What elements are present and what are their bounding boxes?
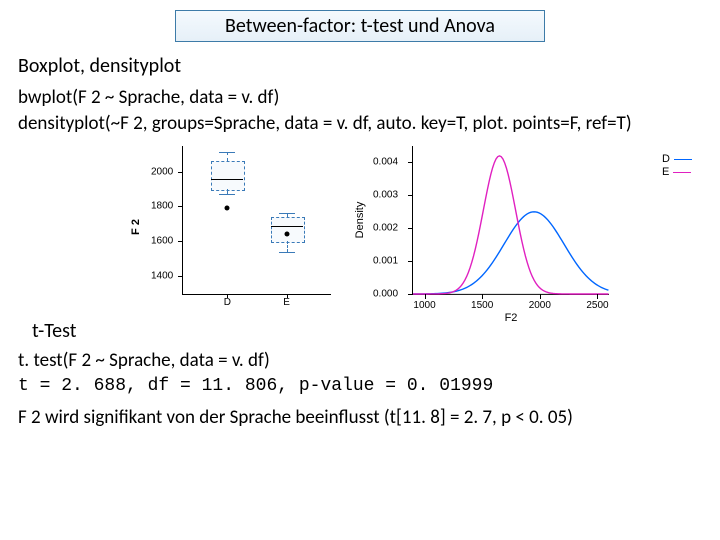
legend-swatch-e bbox=[673, 172, 691, 173]
page-title: Between-factor: t-test und Anova bbox=[175, 10, 545, 42]
boxplot-chart: F 2 1400160018002000DE bbox=[148, 140, 338, 315]
code-bwplot: bwplot(F 2 ~ Sprache, data = v. df) bbox=[18, 86, 702, 110]
density-xlabel: F2 bbox=[505, 312, 518, 324]
conclusion-text: F 2 wird signifikant von der Sprache bee… bbox=[18, 406, 702, 429]
ttest-result: t = 2. 688, df = 11. 806, p-value = 0. 0… bbox=[18, 376, 702, 396]
density-chart: Density F2 0.0000.0010.0020.0030.0041000… bbox=[368, 140, 618, 315]
density-legend: D E bbox=[662, 153, 692, 179]
boxplot-ylabel: F 2 bbox=[130, 219, 142, 235]
section-ttest-label: t-Test bbox=[32, 319, 702, 343]
legend-label-d: D bbox=[662, 153, 670, 166]
legend-swatch-d bbox=[674, 159, 692, 160]
code-densityplot: densityplot(~F 2, groups=Sprache, data =… bbox=[18, 112, 702, 136]
legend-label-e: E bbox=[662, 166, 669, 179]
density-ylabel: Density bbox=[354, 202, 366, 239]
section-boxplot-label: Boxplot, densityplot bbox=[18, 54, 702, 78]
code-ttest: t. test(F 2 ~ Sprache, data = v. df) bbox=[18, 349, 702, 373]
